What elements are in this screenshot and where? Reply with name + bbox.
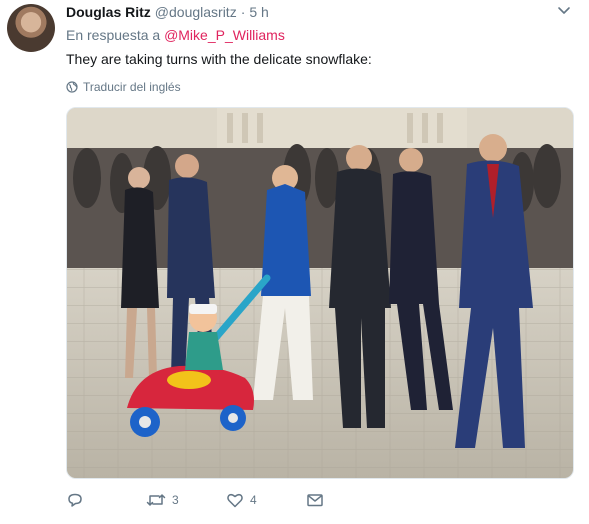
envelope-icon [307, 494, 323, 507]
globe-icon [66, 81, 78, 93]
separator-dot: · [240, 4, 246, 20]
translate-label: Traducir del inglés [83, 80, 181, 94]
retweet-button[interactable]: 3 [146, 491, 179, 509]
tweet-photo[interactable] [66, 107, 574, 479]
author-name[interactable]: Douglas Ritz [66, 4, 151, 20]
author-handle[interactable]: @douglasritz [155, 4, 237, 20]
retweet-count: 3 [172, 493, 179, 507]
reply-context: En respuesta a @Mike_P_Williams [66, 27, 285, 43]
reply-mention-link[interactable]: @Mike_P_Williams [164, 27, 285, 43]
photo-scene [67, 108, 573, 478]
direct-message-button[interactable] [306, 491, 324, 509]
heart-icon [227, 493, 243, 508]
retweet-icon [146, 494, 166, 506]
translate-link[interactable]: Traducir del inglés [66, 80, 181, 94]
avatar[interactable] [7, 4, 55, 52]
reply-icon [68, 493, 82, 507]
like-count: 4 [250, 493, 257, 507]
tweet-text: They are taking turns with the delicate … [66, 51, 372, 67]
reply-button[interactable] [66, 491, 84, 509]
reply-prefix: En respuesta a [66, 27, 165, 43]
caret-down-icon[interactable] [556, 2, 572, 18]
tweet: Douglas Ritz @douglasritz · 5 h En respu… [0, 0, 589, 524]
tweet-header: Douglas Ritz @douglasritz · 5 h [66, 4, 269, 22]
timestamp[interactable]: 5 h [249, 4, 268, 20]
like-button[interactable]: 4 [226, 491, 257, 509]
